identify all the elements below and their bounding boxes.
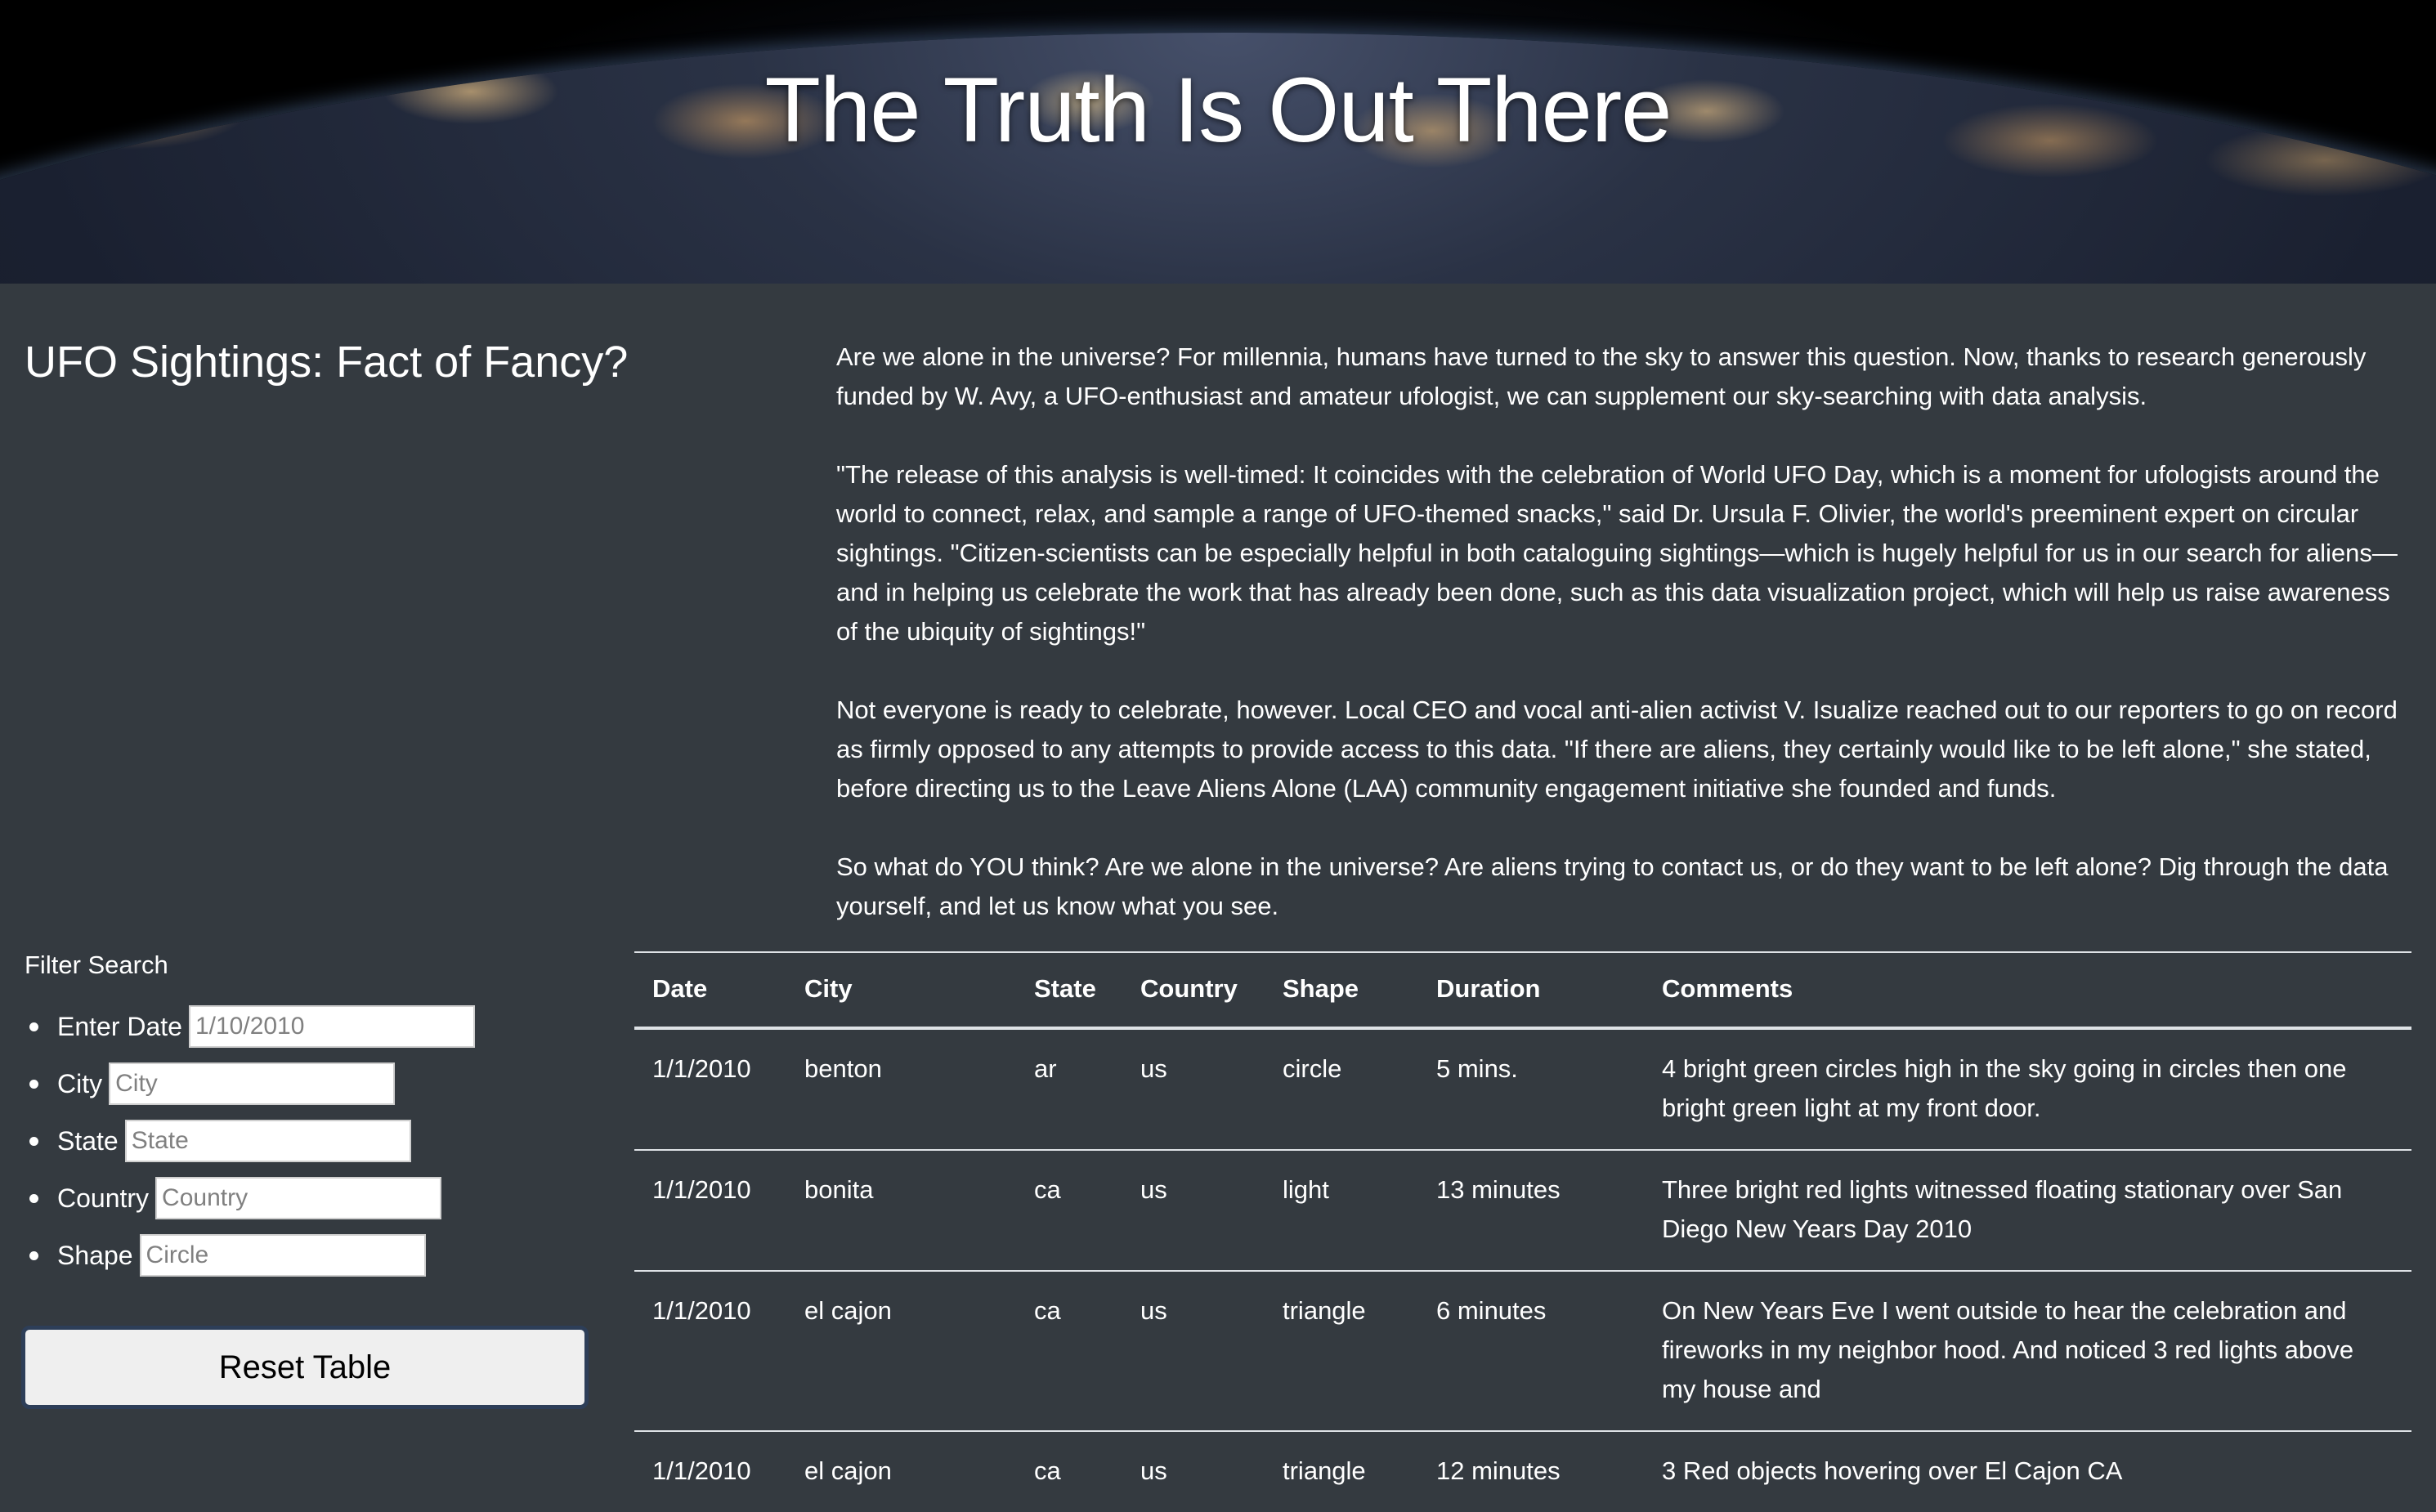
- table-row: 1/1/2010 el cajon ca us triangle 6 minut…: [634, 1270, 2411, 1431]
- intro-paragraph: "The release of this analysis is well-ti…: [836, 460, 2398, 646]
- cell-shape: light: [1265, 1149, 1418, 1271]
- intro-paragraph: So what do YOU think? Are we alone in th…: [836, 852, 2389, 920]
- cell-date: 1/1/2010: [634, 1270, 786, 1431]
- cell-country: us: [1122, 1430, 1265, 1512]
- cell-comments: On New Years Eve I went outside to hear …: [1644, 1270, 2411, 1431]
- state-label: State: [57, 1125, 119, 1156]
- intro-paragraph: Not everyone is ready to celebrate, howe…: [836, 696, 2398, 803]
- bullet-icon: [29, 1251, 38, 1260]
- column-header-country: Country: [1122, 951, 1265, 1030]
- page-heading: UFO Sightings: Fact of Fancy?: [25, 338, 629, 387]
- filter-item-state: State: [29, 1112, 597, 1170]
- cell-duration: 12 minutes: [1418, 1430, 1644, 1512]
- column-header-comments: Comments: [1644, 951, 2411, 1030]
- table-row: 1/1/2010 bonita ca us light 13 minutes T…: [634, 1149, 2411, 1271]
- date-label: Enter Date: [57, 1011, 182, 1041]
- cell-date: 1/1/2010: [634, 1149, 786, 1271]
- cell-state: ar: [1034, 1054, 1057, 1083]
- filter-panel: Filter Search Enter Date City State Coun…: [25, 951, 597, 1284]
- intro-article: Are we alone in the universe? For millen…: [836, 338, 2414, 965]
- filter-item-country: Country: [29, 1170, 597, 1227]
- bullet-icon: [29, 1022, 38, 1031]
- cell-city: el cajon: [786, 1270, 1016, 1431]
- cell-comments: Three bright red lights witnessed floati…: [1644, 1149, 2411, 1271]
- cell-shape: triangle: [1265, 1430, 1418, 1512]
- column-header-date: Date: [634, 951, 786, 1030]
- intro-paragraph: Are we alone in the universe? For millen…: [836, 342, 2367, 410]
- cell-comments: 4 bright green circles high in the sky g…: [1662, 1054, 2347, 1122]
- country-label: Country: [57, 1183, 150, 1213]
- shape-input[interactable]: [139, 1234, 426, 1277]
- cell-duration: 6 minutes: [1418, 1270, 1644, 1431]
- cell-state: ca: [1016, 1270, 1122, 1431]
- country-input[interactable]: [155, 1177, 442, 1219]
- cell-state: ca: [1016, 1430, 1122, 1512]
- column-header-state: State: [1016, 951, 1122, 1030]
- bullet-icon: [29, 1080, 38, 1089]
- date-input[interactable]: [188, 1005, 475, 1048]
- cell-city: bonita: [786, 1149, 1016, 1271]
- cell-duration: 13 minutes: [1418, 1149, 1644, 1271]
- city-label: City: [57, 1068, 103, 1098]
- reset-table-button[interactable]: Reset Table: [21, 1326, 589, 1409]
- column-header-duration: Duration: [1418, 951, 1644, 1030]
- cell-city: benton: [804, 1054, 882, 1083]
- cell-country: us: [1122, 1149, 1265, 1271]
- cell-country: us: [1122, 1270, 1265, 1431]
- cell-shape: triangle: [1265, 1270, 1418, 1431]
- table-row: 1/1/2010 benton ar us circle 5 mins. 4 b…: [634, 1028, 2411, 1150]
- column-header-city: City: [786, 951, 1016, 1030]
- table-row: 1/1/2010 el cajon ca us triangle 12 minu…: [634, 1430, 2411, 1512]
- cell-date: 1/1/2010: [652, 1054, 751, 1083]
- filter-title: Filter Search: [25, 951, 168, 979]
- cell-country: us: [1140, 1054, 1167, 1083]
- hero-title: The Truth Is Out There: [764, 59, 1673, 161]
- filter-list: Enter Date City State Country Shape: [25, 998, 597, 1284]
- cell-city: el cajon: [786, 1430, 1016, 1512]
- cell-state: ca: [1016, 1149, 1122, 1271]
- city-input[interactable]: [109, 1062, 396, 1105]
- ufo-table: Date City State Country Shape Duration C…: [634, 951, 2411, 1512]
- bullet-icon: [29, 1137, 38, 1146]
- filter-item-city: City: [29, 1055, 597, 1112]
- table-header-row: Date City State Country Shape Duration C…: [634, 951, 2411, 1030]
- ufo-table-container: Date City State Country Shape Duration C…: [634, 951, 2411, 1512]
- filter-item-date: Enter Date: [29, 998, 597, 1055]
- state-input[interactable]: [124, 1120, 411, 1162]
- filter-item-shape: Shape: [29, 1227, 597, 1284]
- hero-banner: The Truth Is Out There: [0, 0, 2436, 284]
- cell-date: 1/1/2010: [634, 1430, 786, 1512]
- shape-label: Shape: [57, 1240, 133, 1270]
- bullet-icon: [29, 1194, 38, 1203]
- cell-shape: circle: [1283, 1054, 1342, 1083]
- cell-comments: 3 Red objects hovering over El Cajon CA: [1644, 1430, 2411, 1512]
- cell-duration: 5 mins.: [1436, 1054, 1518, 1083]
- column-header-shape: Shape: [1265, 951, 1418, 1030]
